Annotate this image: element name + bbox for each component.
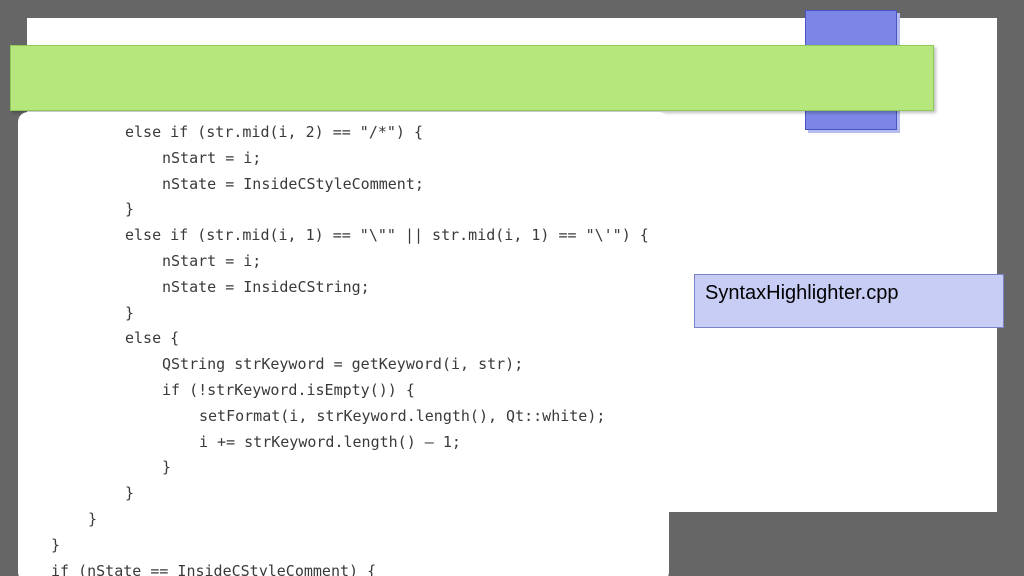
slide-stage: else if (str.mid(i, 2) == "/*") { nStart … <box>0 0 1024 576</box>
code-line: } <box>125 484 135 503</box>
code-line: nStart = i; <box>162 148 262 167</box>
file-name-label: SyntaxHighlighter.cpp <box>694 274 1004 328</box>
code-line: nState = InsideCStyleComment; <box>162 174 424 193</box>
code-line: QString strKeyword = getKeyword(i, str); <box>162 355 524 374</box>
code-line: nState = InsideCString; <box>162 277 370 296</box>
code-line: else { <box>125 329 180 348</box>
code-line: i += strKeyword.length() — 1; <box>199 432 461 451</box>
code-line: else if (str.mid(i, 1) == "\"" || str.mi… <box>125 226 649 245</box>
code-screenshot: else if (str.mid(i, 2) == "/*") { nStart … <box>18 112 669 576</box>
title-bar <box>10 45 934 111</box>
code-line: } <box>162 458 172 477</box>
code-line: else if (str.mid(i, 2) == "/*") { <box>125 123 424 141</box>
code-line: } <box>88 510 98 528</box>
code-line: if (!strKeyword.isEmpty()) { <box>162 381 415 399</box>
code-line: } <box>125 303 135 322</box>
code-line: if (nState == InsideCStyleComment) { <box>51 561 377 576</box>
code-line: } <box>125 200 135 219</box>
code-line: setFormat(i, strKeyword.length(), Qt::wh… <box>199 406 606 425</box>
code-line: nStart = i; <box>162 252 262 270</box>
code-line: } <box>51 535 61 554</box>
